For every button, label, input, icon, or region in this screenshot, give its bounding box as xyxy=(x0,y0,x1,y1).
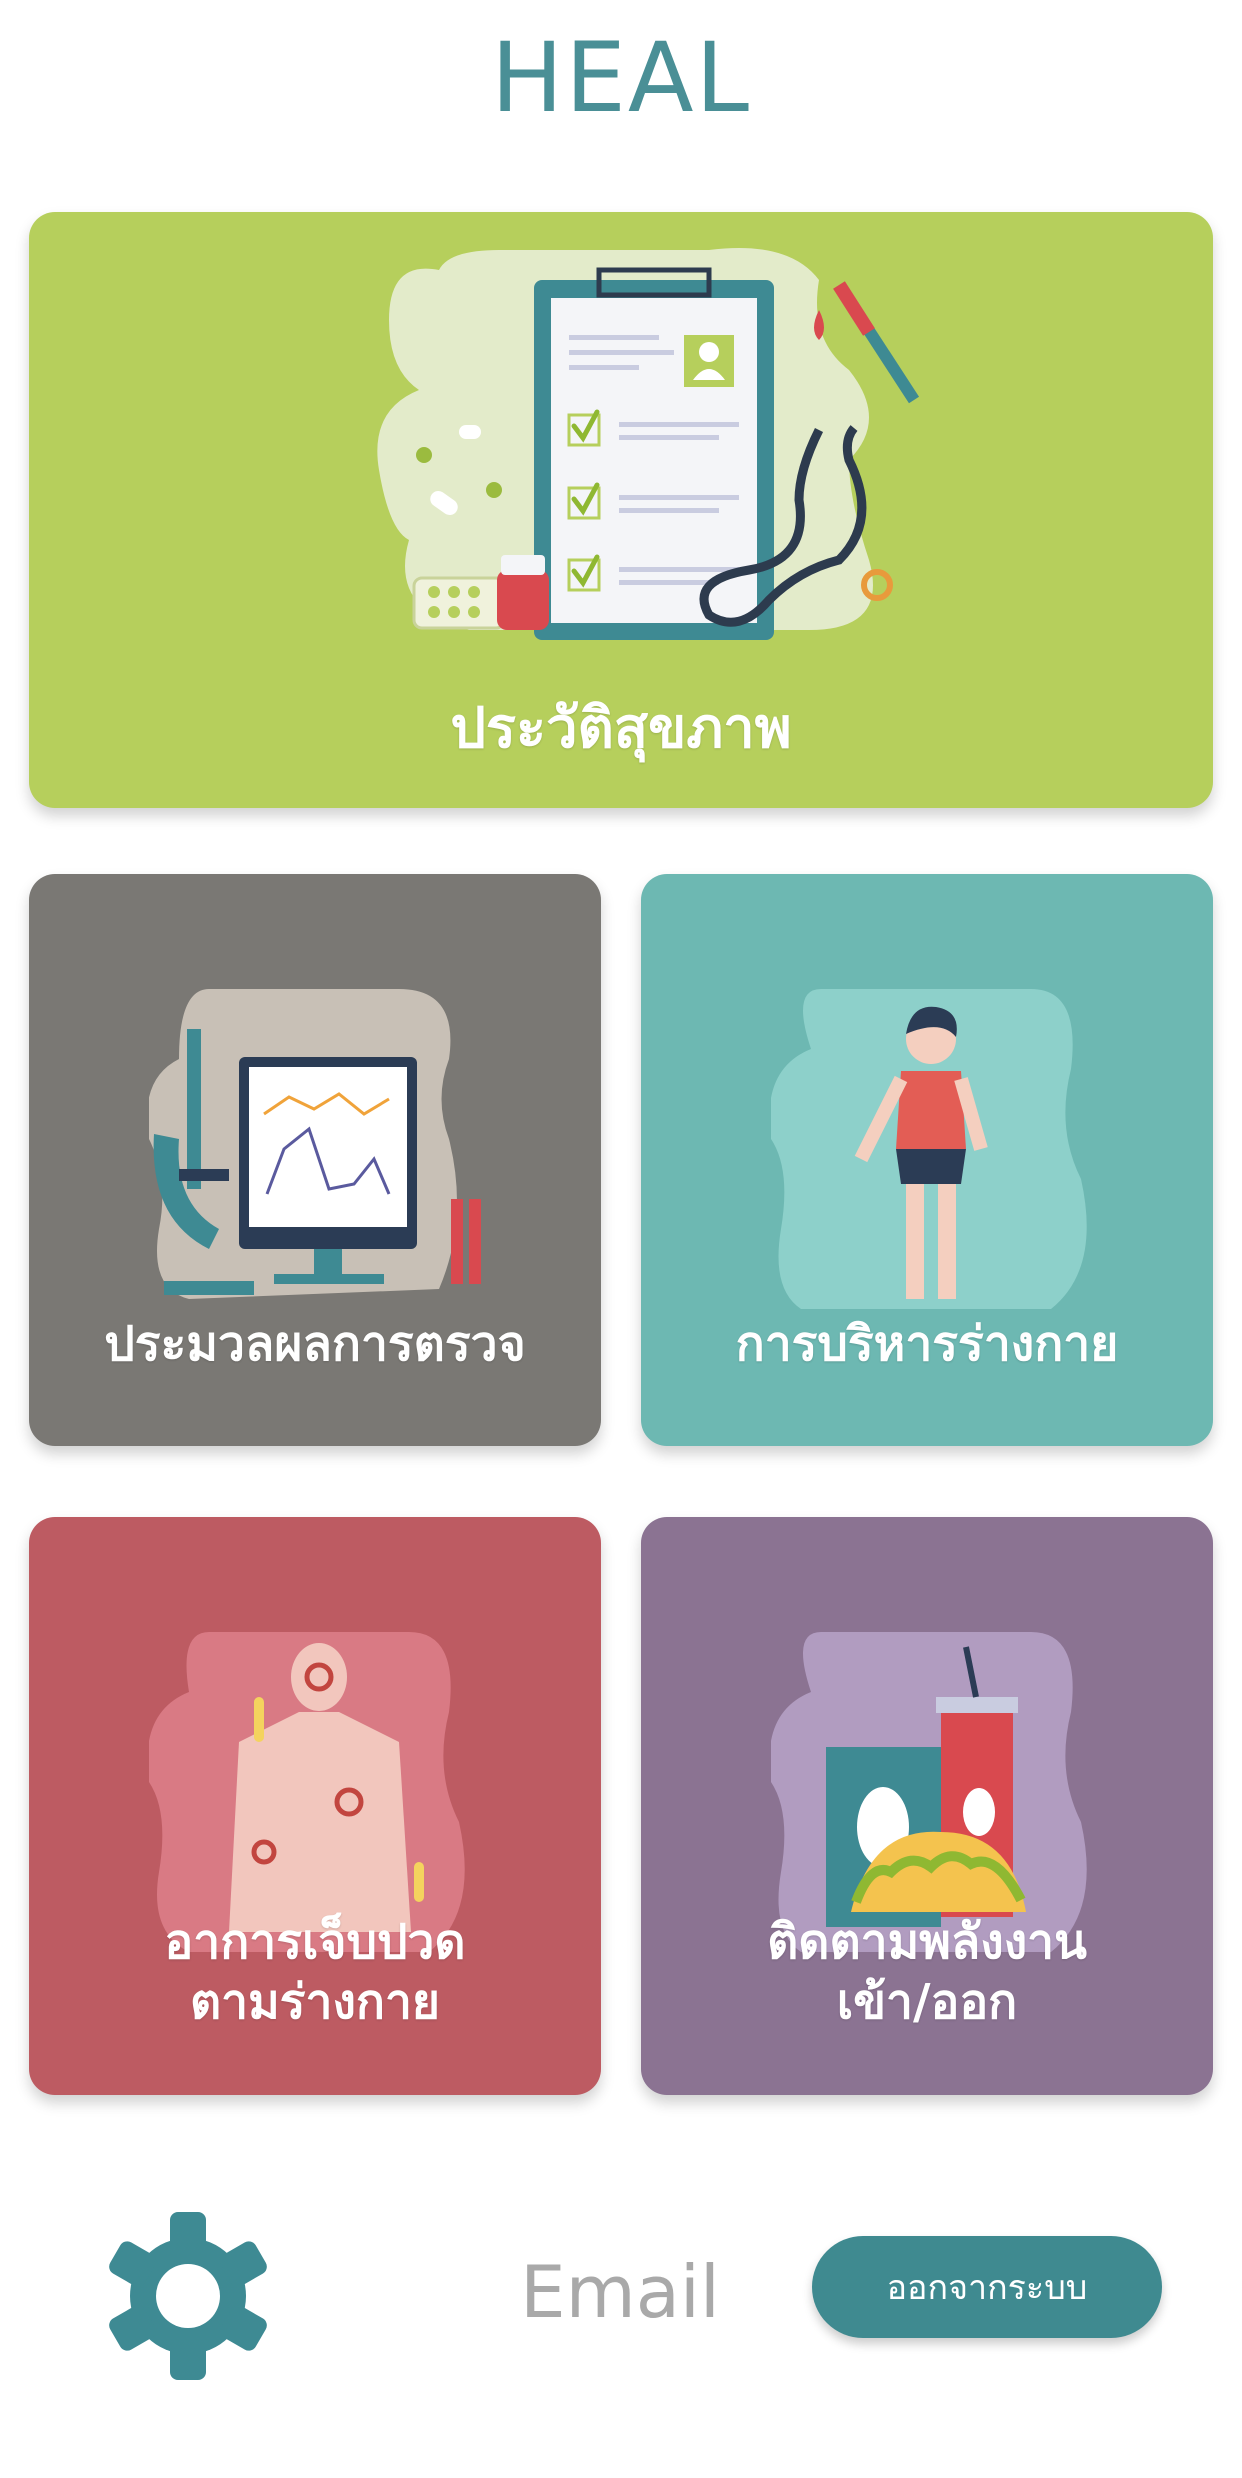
energy-tracking-card[interactable]: ติดตามพลังงาน เข้า/ออก xyxy=(641,1517,1213,2095)
test-results-card[interactable]: ประมวลผลการตรวจ xyxy=(29,874,601,1446)
medical-clipboard-illustration xyxy=(377,248,920,640)
test-results-label: ประมวลผลการตรวจ xyxy=(104,1316,526,1372)
energy-tracking-label: ติดตามพลังงาน เข้า/ออก xyxy=(641,1912,1213,2032)
app-title: HEAL xyxy=(491,22,751,134)
exercise-card[interactable]: การบริหารร่างกาย xyxy=(641,874,1213,1446)
pain-symptoms-label: อาการเจ็บปวด ตามร่างกาย xyxy=(29,1912,601,2032)
user-email: Email xyxy=(520,2250,720,2334)
logout-button[interactable]: ออกจากระบบ xyxy=(812,2236,1162,2338)
health-history-label: ประวัติสุขภาพ xyxy=(450,696,792,761)
energy-tracking-label-line1: ติดตามพลังงาน xyxy=(767,1914,1087,1970)
microscope-monitor-illustration xyxy=(149,989,481,1299)
exercising-person-illustration xyxy=(771,989,1087,1309)
health-history-card[interactable]: ประวัติสุขภาพ xyxy=(29,212,1213,808)
energy-tracking-label-line2: เข้า/ออก xyxy=(836,1974,1018,2030)
pain-symptoms-label-line1: อาการเจ็บปวด xyxy=(164,1914,466,1970)
gear-icon[interactable] xyxy=(104,2212,272,2380)
pain-symptoms-label-line2: ตามร่างกาย xyxy=(189,1974,441,2030)
pain-symptoms-card[interactable]: อาการเจ็บปวด ตามร่างกาย xyxy=(29,1517,601,2095)
exercise-label: การบริหารร่างกาย xyxy=(735,1316,1119,1372)
